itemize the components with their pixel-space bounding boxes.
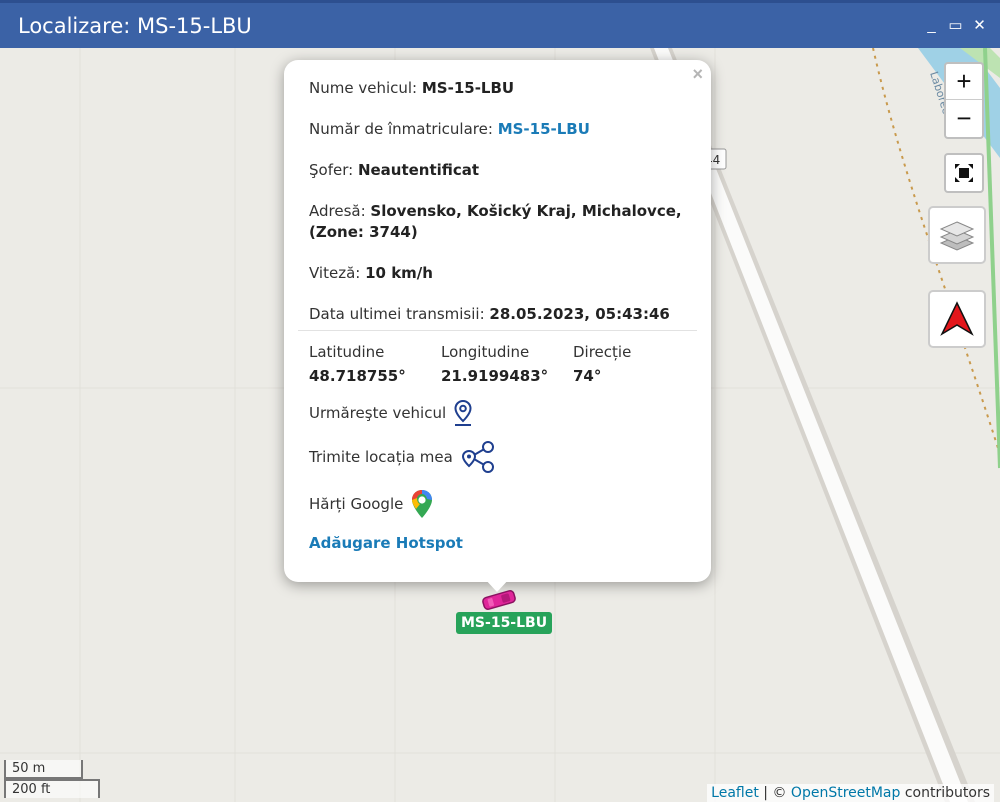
attribution-separator: | ©	[758, 785, 791, 801]
plate-label: Număr de înmatriculare:	[309, 120, 498, 138]
layers-button[interactable]	[928, 206, 986, 264]
fullscreen-button[interactable]	[944, 153, 984, 193]
osm-link[interactable]: OpenStreetMap	[791, 785, 900, 801]
vehicle-marker-icon[interactable]	[480, 588, 518, 612]
window-titlebar: Localizare: MS-15-LBU _ ▭ ✕	[0, 0, 1000, 48]
map-canvas[interactable]: Laborec 44 + − × Nume vehicul: MS-15-LBU…	[0, 48, 1000, 802]
zoom-in-button[interactable]: +	[946, 64, 982, 100]
driver-label: Şofer:	[309, 161, 358, 179]
last-transmission-label: Data ultimei transmisii:	[309, 305, 490, 323]
layers-icon	[939, 221, 975, 251]
google-maps-action[interactable]: Hărți Google	[309, 489, 433, 519]
last-transmission-value: 28.05.2023, 05:43:46	[489, 305, 670, 323]
driver-value: Neautentificat	[357, 161, 480, 179]
longitude-value: 21.9199483°	[441, 367, 549, 385]
plate-row: Număr de înmatriculare: MS-15-LBU	[309, 119, 590, 140]
popup-close-button[interactable]: ×	[692, 64, 703, 85]
google-maps-icon	[412, 490, 433, 518]
window-controls: _ ▭ ✕	[925, 15, 986, 35]
fullscreen-icon	[955, 164, 973, 182]
share-location-label: Trimite locația mea	[309, 448, 453, 466]
vehicle-label[interactable]: MS-15-LBU	[456, 612, 553, 634]
scale-metric: 50 m	[4, 760, 83, 779]
last-transmission-row: Data ultimei transmisii: 28.05.2023, 05:…	[309, 304, 670, 325]
address-label: Adresă:	[309, 202, 371, 220]
address-value-line1: Slovensko, Košický Kraj, Michalovce,	[370, 202, 682, 220]
window-title: Localizare: MS-15-LBU	[18, 14, 252, 38]
vehicle-info-popup: × Nume vehicul: MS-15-LBU Număr de înmat…	[284, 60, 711, 582]
add-hotspot-link[interactable]: Adăugare Hotspot	[309, 534, 463, 552]
leaflet-link[interactable]: Leaflet	[711, 785, 759, 801]
zoom-control: + −	[944, 62, 984, 139]
zoom-out-button[interactable]: −	[946, 100, 982, 136]
plate-link[interactable]: MS-15-LBU	[498, 120, 590, 138]
popup-divider	[298, 330, 697, 331]
north-arrow-icon	[940, 301, 974, 336]
follow-vehicle-action[interactable]: Urmăreşte vehicul	[309, 400, 472, 426]
minimize-button[interactable]: _	[925, 15, 938, 35]
longitude-block: Longitudine 21.9199483°	[441, 343, 548, 385]
share-location-icon	[461, 441, 494, 473]
speed-value: 10 km/h	[365, 264, 433, 282]
location-window: Localizare: MS-15-LBU _ ▭ ✕ Laborec 44 +…	[0, 0, 1000, 802]
vehicle-name-value: MS-15-LBU	[421, 79, 515, 97]
driver-row: Şofer: Neautentificat	[309, 160, 479, 181]
latitude-label: Latitudine	[309, 343, 385, 361]
map-scale: 50 m 200 ft	[4, 760, 100, 798]
vehicle-name-label: Nume vehicul:	[309, 79, 422, 97]
scale-imperial: 200 ft	[4, 779, 100, 798]
address-value-line2: (Zone: 3744)	[309, 223, 418, 241]
map-pin-icon	[454, 400, 472, 426]
google-maps-label: Hărți Google	[309, 495, 404, 513]
latitude-block: Latitudine 48.718755°	[309, 343, 406, 385]
latitude-value: 48.718755°	[309, 367, 406, 385]
north-orientation-button[interactable]	[928, 290, 986, 348]
map-attribution: Leaflet | © OpenStreetMap contributors	[707, 784, 994, 802]
speed-label: Viteză:	[309, 264, 366, 282]
attribution-suffix: contributors	[900, 785, 990, 801]
direction-value: 74°	[573, 367, 602, 385]
direction-label: Direcție	[573, 343, 632, 361]
maximize-button[interactable]: ▭	[948, 15, 962, 35]
speed-row: Viteză: 10 km/h	[309, 263, 433, 284]
close-button[interactable]: ✕	[973, 15, 986, 35]
longitude-label: Longitudine	[441, 343, 530, 361]
direction-block: Direcție 74°	[573, 343, 631, 385]
follow-vehicle-label: Urmăreşte vehicul	[309, 404, 447, 422]
address-row: Adresă: Slovensko, Košický Kraj, Michalo…	[309, 201, 682, 243]
vehicle-name-row: Nume vehicul: MS-15-LBU	[309, 78, 514, 99]
share-location-action[interactable]: Trimite locația mea	[309, 440, 497, 474]
